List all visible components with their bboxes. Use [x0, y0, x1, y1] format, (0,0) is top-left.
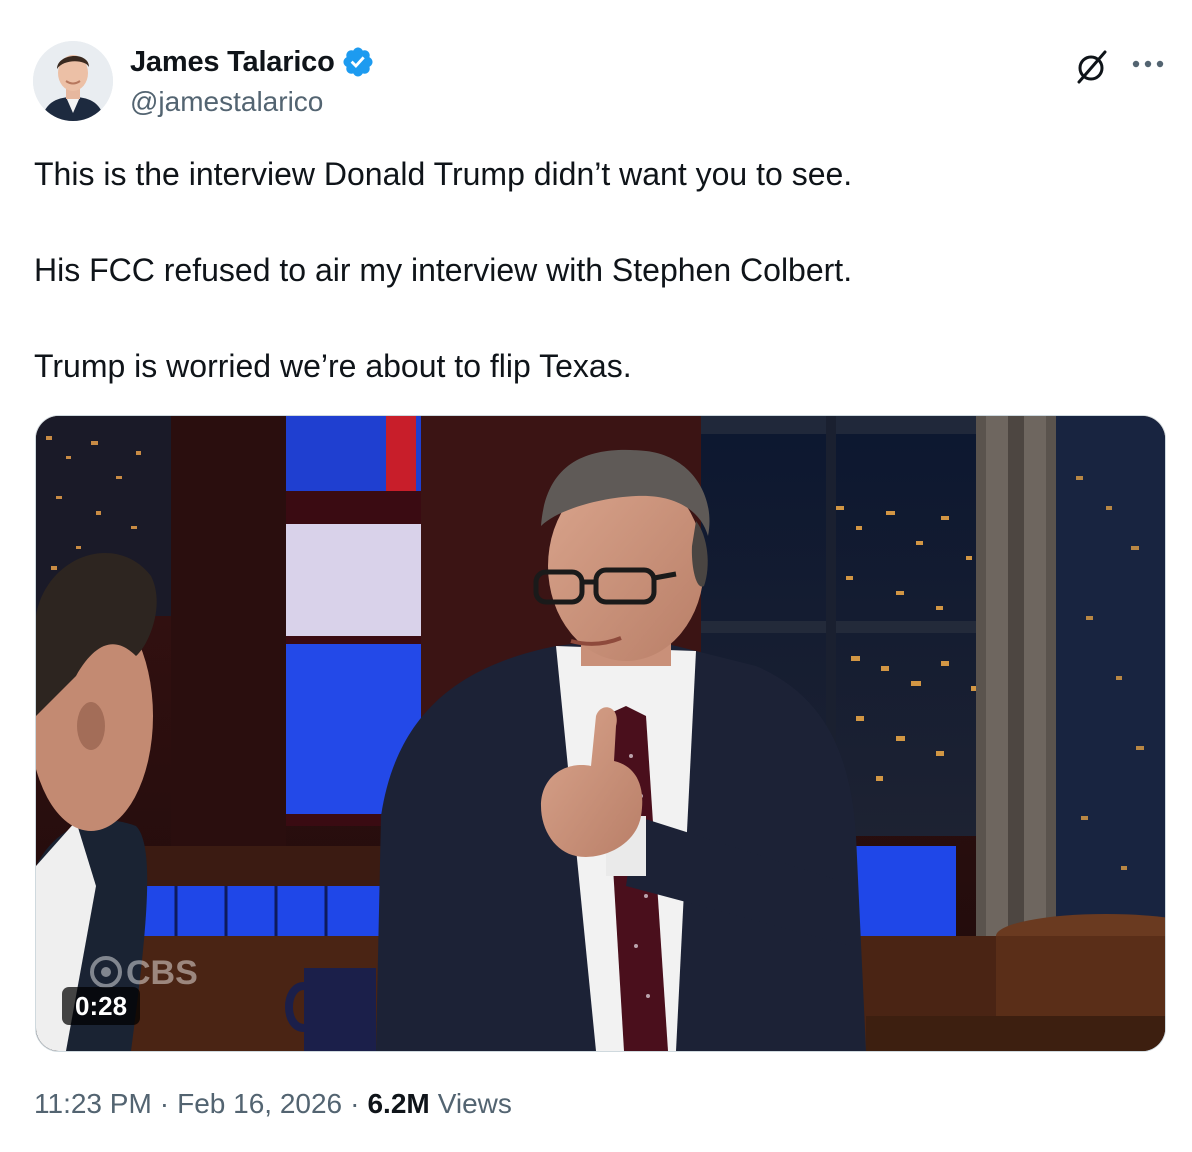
more-options-icon[interactable] [1128, 50, 1168, 80]
tweet-metadata: 11:23 PM · Feb 16, 2026 · 6.2M Views [34, 1088, 512, 1120]
avatar[interactable] [33, 41, 113, 121]
separator-dot: · [159, 1088, 170, 1119]
profile-photo [33, 41, 113, 121]
author-handle[interactable]: @jamestalarico [130, 86, 323, 118]
separator-dot: · [350, 1088, 360, 1119]
tweet-text: This is the interview Donald Trump didn’… [34, 155, 1154, 385]
tweet-paragraph: This is the interview Donald Trump didn’… [34, 156, 853, 192]
video-duration-badge: 0:28 [62, 987, 141, 1025]
video-player[interactable]: CBS 0:28 [35, 415, 1166, 1052]
views-label: Views [437, 1088, 512, 1119]
tweet-date[interactable]: Feb 16, 2026 [177, 1088, 342, 1120]
cbs-watermark-text: CBS [126, 954, 198, 992]
tweet-paragraph: Trump is worried we’re about to flip Tex… [34, 348, 632, 384]
views-count: 6.2M [367, 1088, 430, 1119]
tweet-time[interactable]: 11:23 PM [34, 1088, 152, 1120]
video-thumbnail: CBS [36, 416, 1165, 1051]
author-name-row: James Talarico [130, 44, 375, 80]
grok-icon[interactable] [1071, 47, 1111, 87]
display-name[interactable]: James Talarico [130, 46, 335, 79]
tweet-paragraph: His FCC refused to air my interview with… [34, 252, 853, 288]
verified-badge-icon [343, 47, 373, 77]
